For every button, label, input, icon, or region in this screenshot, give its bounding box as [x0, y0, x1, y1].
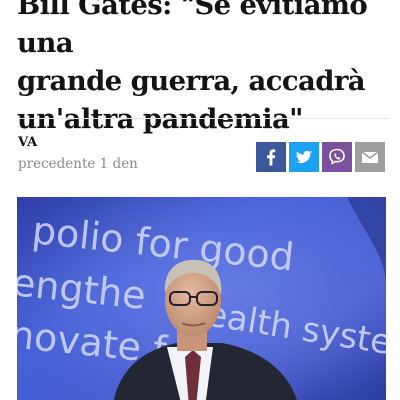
- author-byline[interactable]: VA: [18, 135, 37, 150]
- share-bar: [256, 142, 385, 172]
- twitter-share-button[interactable]: [289, 142, 319, 172]
- twitter-icon: [296, 150, 312, 163]
- email-share-button[interactable]: [355, 142, 385, 172]
- email-icon: [361, 151, 379, 163]
- photo-image: polio for good engthe ealth systems nova…: [17, 197, 386, 400]
- facebook-icon: [267, 149, 276, 166]
- viber-icon: [329, 148, 345, 165]
- publish-time: precedente 1 den: [18, 156, 138, 172]
- article-photo[interactable]: polio for good engthe ealth systems nova…: [17, 197, 386, 400]
- divider: [17, 118, 389, 119]
- viber-share-button[interactable]: [322, 142, 352, 172]
- facebook-share-button[interactable]: [256, 142, 286, 172]
